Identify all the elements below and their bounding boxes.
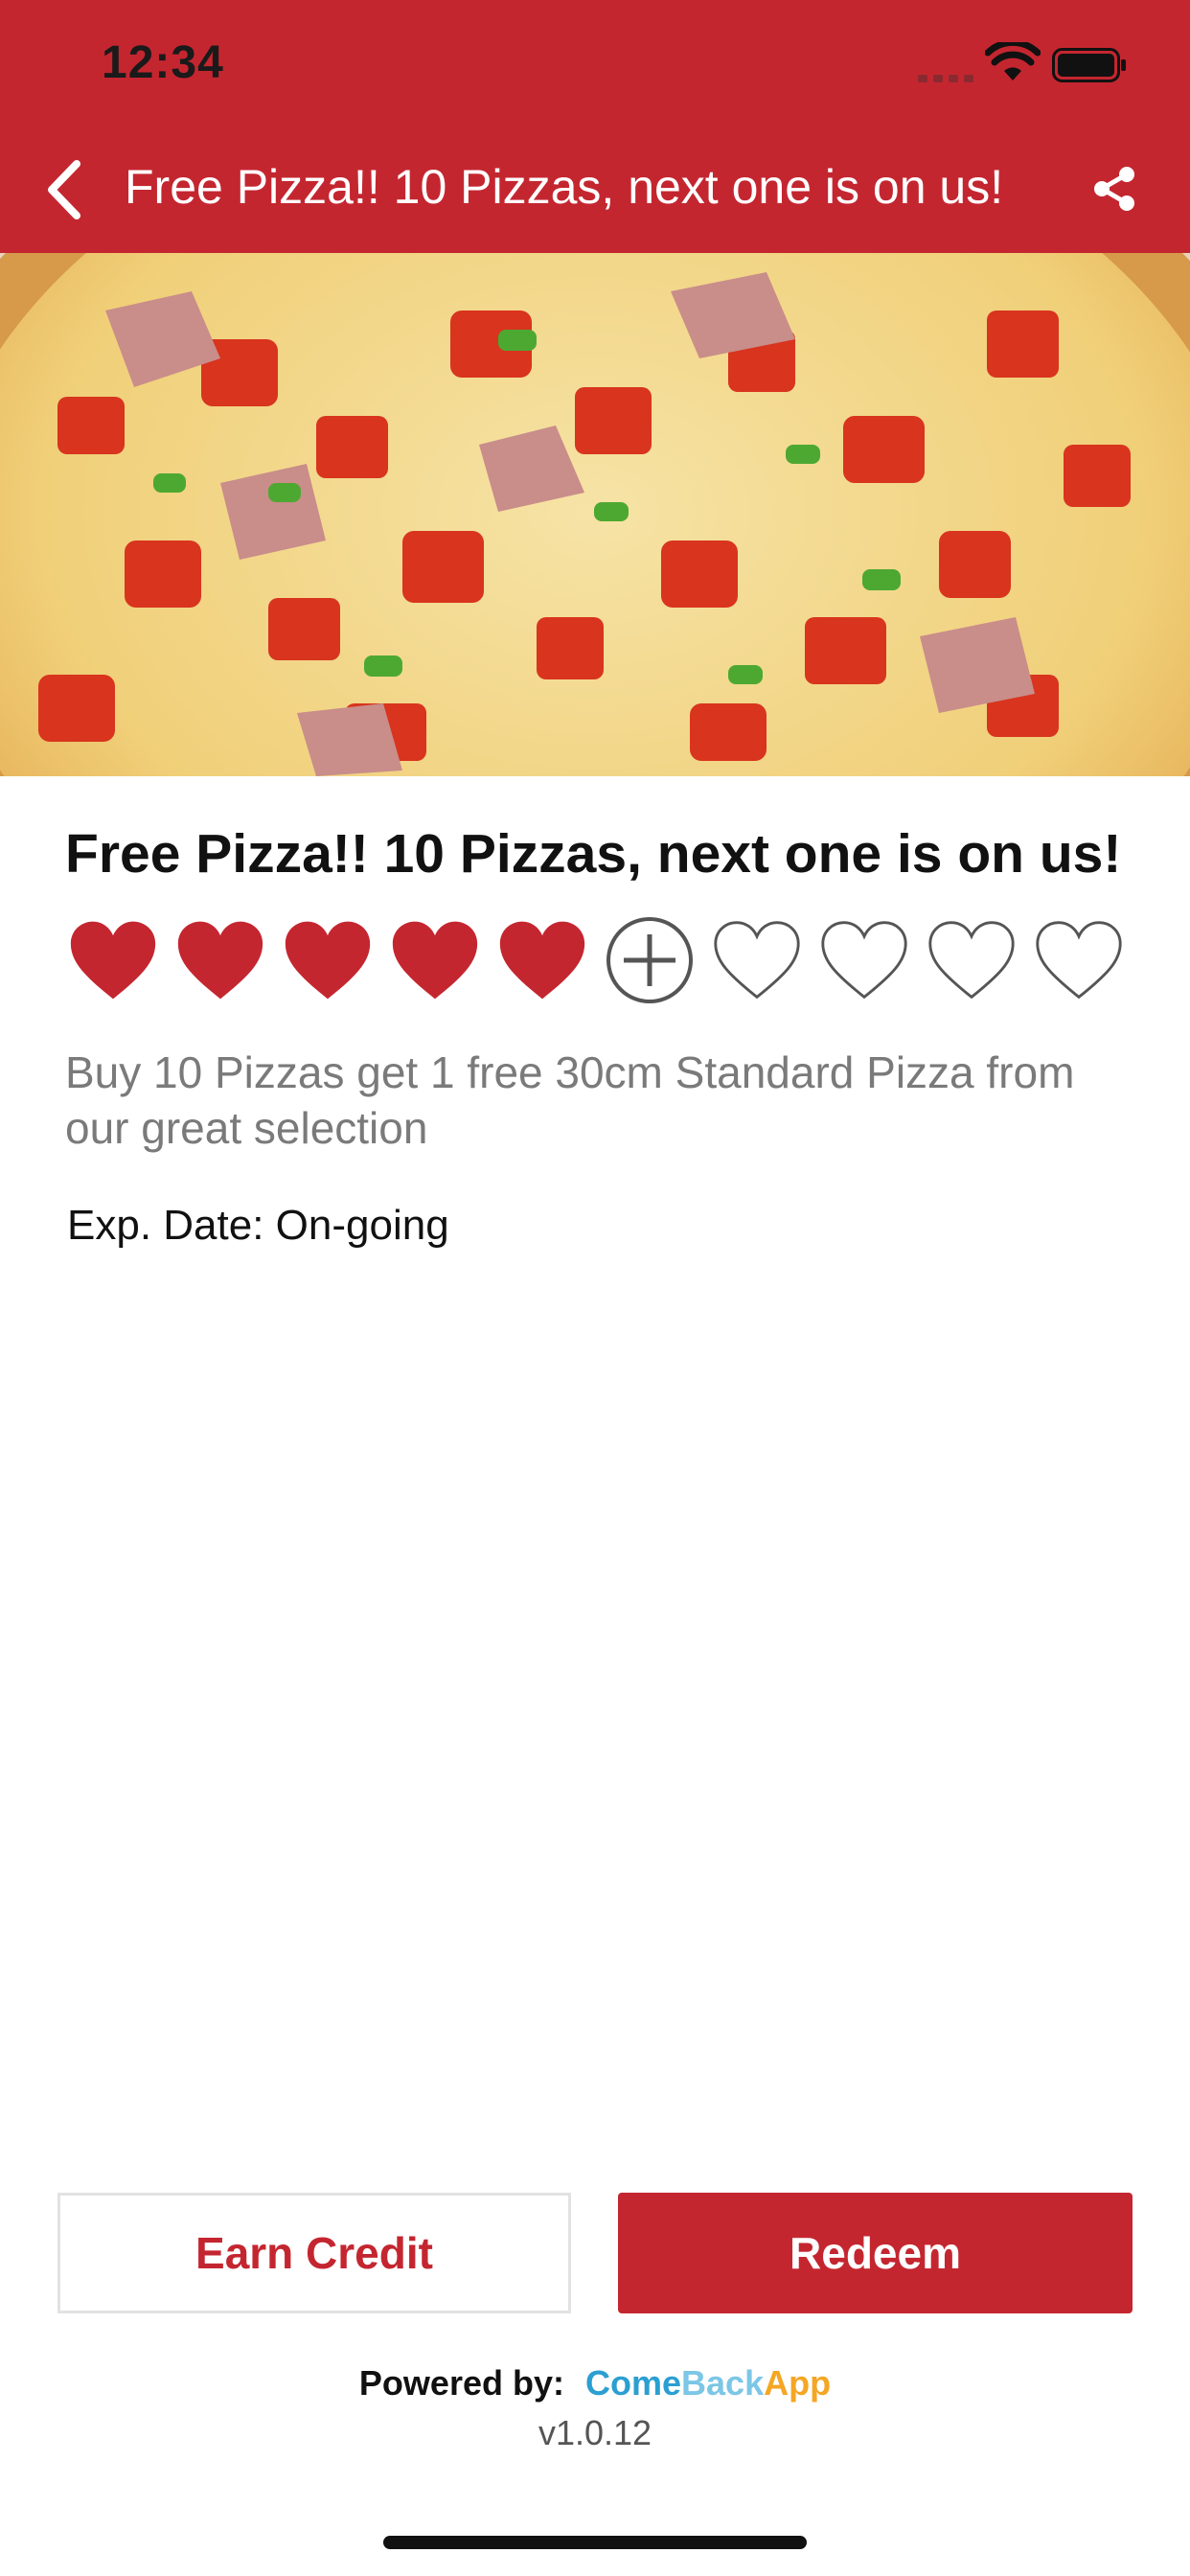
back-button[interactable] (29, 155, 98, 224)
heart-filled-icon (70, 921, 156, 1000)
offer-hero-image (0, 253, 1190, 776)
offer-description: Buy 10 Pizzas get 1 free 30cm Standard P… (65, 1047, 1075, 1153)
earn-credit-button[interactable]: Earn Credit (57, 2193, 571, 2313)
stamp-empty (709, 912, 805, 1008)
brand-logo-text[interactable]: ComeBackApp (585, 2363, 831, 2403)
powered-by: Powered by: ComeBackApp (0, 2363, 1190, 2404)
heart-filled-icon (392, 921, 478, 1000)
brand-part-back: Back (681, 2363, 765, 2403)
share-icon (1094, 167, 1134, 211)
heart-outline-icon (928, 921, 1015, 1000)
stamp-filled (172, 912, 268, 1008)
offer-title: Free Pizza!! 10 Pizzas, next one is on u… (65, 823, 1122, 885)
expiry-value: On-going (275, 1202, 449, 1249)
heart-outline-icon (821, 921, 907, 1000)
stamp-card (65, 912, 1129, 1008)
stamp-empty (924, 912, 1019, 1008)
cellular-signal-icon (918, 71, 973, 82)
heart-outline-icon (1036, 921, 1122, 1000)
wifi-icon (985, 42, 1041, 80)
plus-circle-icon (606, 917, 693, 1003)
brand-part-app: App (764, 2363, 832, 2403)
add-stamp-button[interactable] (602, 912, 698, 1008)
heart-filled-icon (499, 921, 585, 1000)
stamp-empty (816, 912, 912, 1008)
nav-title: Free Pizza!! 10 Pizzas, next one is on u… (125, 160, 1004, 214)
stamp-filled (280, 912, 376, 1008)
battery-icon (1052, 48, 1126, 82)
heart-outline-icon (714, 921, 800, 1000)
brand-part-come: Come (585, 2363, 682, 2403)
status-time: 12:34 (102, 37, 224, 88)
app-version: v1.0.12 (538, 2413, 652, 2452)
heart-filled-icon (177, 921, 263, 1000)
powered-by-label: Powered by: (358, 2363, 564, 2403)
share-button[interactable] (1083, 157, 1146, 220)
stamp-filled (65, 912, 161, 1008)
stamp-filled (494, 912, 590, 1008)
nav-bar: Free Pizza!! 10 Pizzas, next one is on u… (0, 126, 1190, 253)
chevron-left-icon (48, 160, 80, 219)
redeem-button[interactable]: Redeem (618, 2193, 1133, 2313)
home-indicator[interactable] (383, 2536, 807, 2549)
stamp-empty (1031, 912, 1127, 1008)
expiry-date: Exp. Date: On-going (67, 1202, 449, 1250)
status-bar: 12:34 (0, 0, 1190, 126)
heart-filled-icon (285, 921, 371, 1000)
stamp-filled (387, 912, 483, 1008)
expiry-label: Exp. Date: (67, 1202, 264, 1249)
offer-details: Free Pizza!! 10 Pizzas, next one is on u… (65, 822, 1129, 1249)
